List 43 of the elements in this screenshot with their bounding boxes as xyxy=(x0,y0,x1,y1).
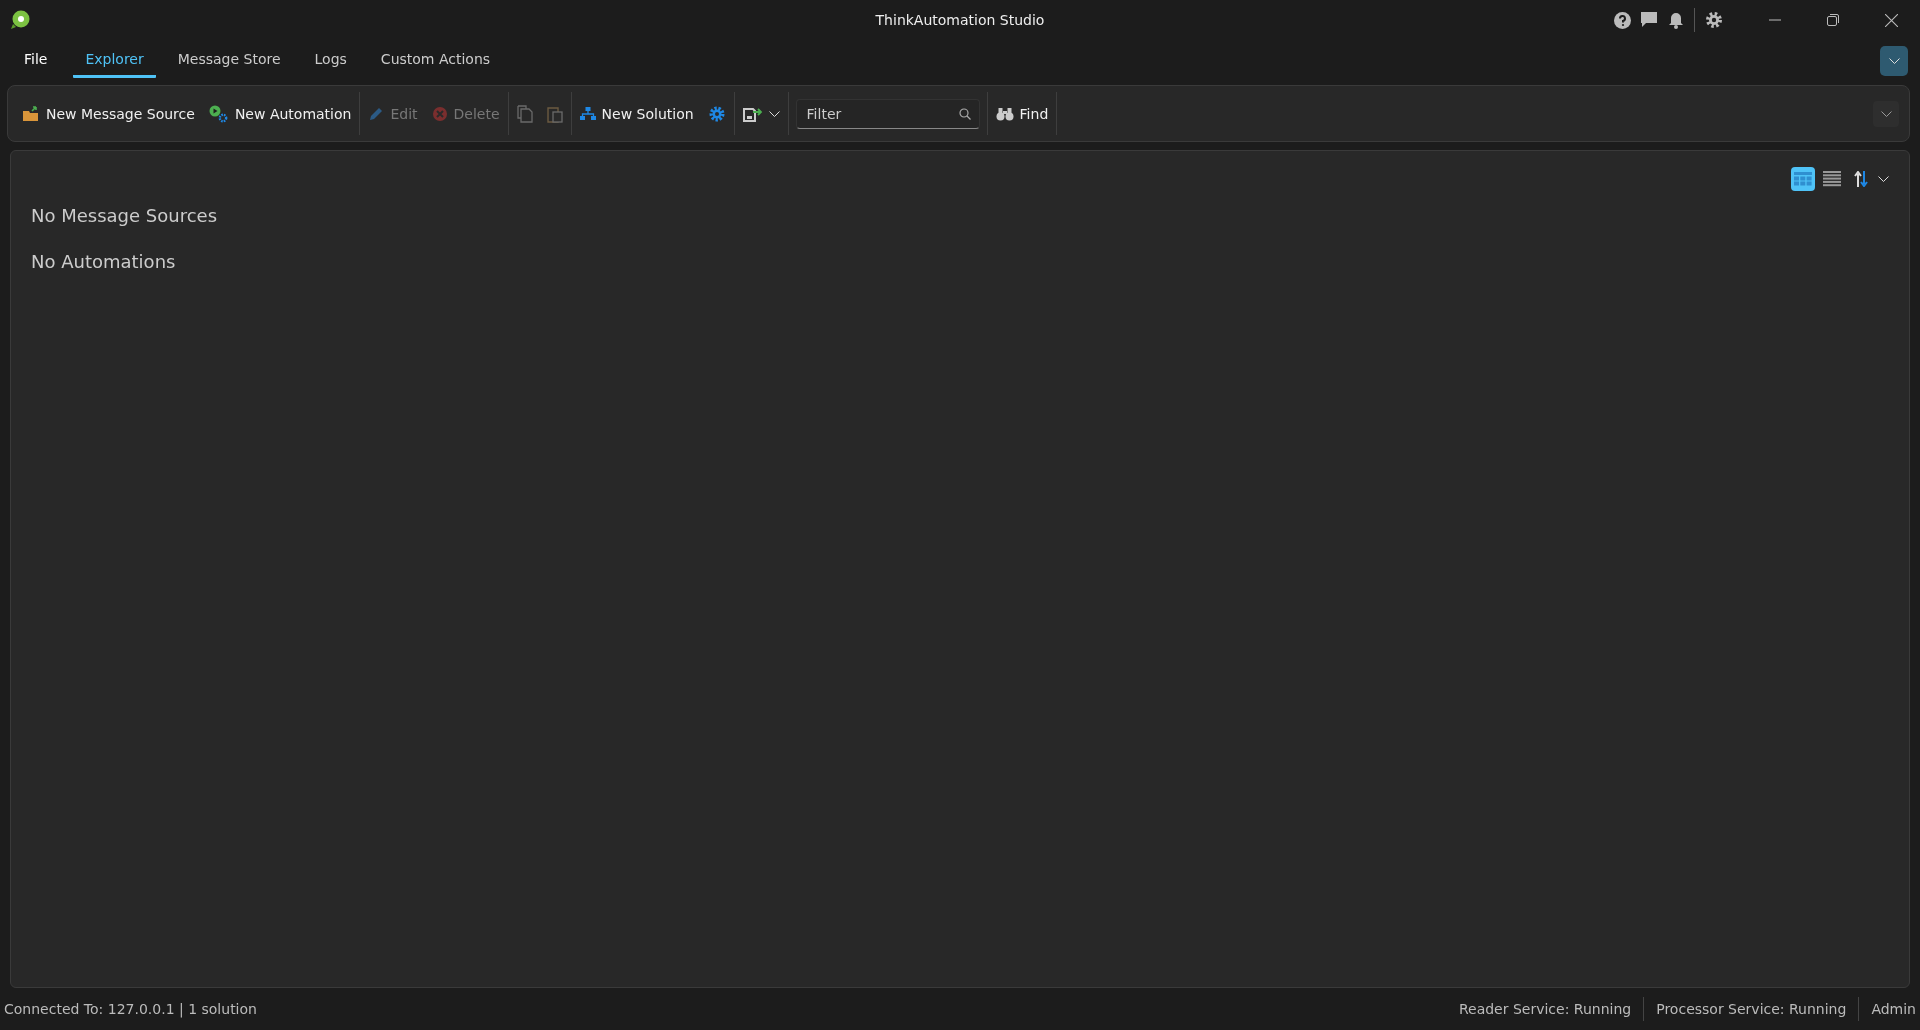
window-title: ThinkAutomation Studio xyxy=(875,12,1045,28)
clipboard-icon xyxy=(546,104,563,123)
toolbar-button[interactable]: New Automation xyxy=(203,98,357,129)
restore-icon[interactable] xyxy=(1827,14,1839,26)
tile-view-button[interactable] xyxy=(1791,167,1815,191)
chevron-down-icon xyxy=(1888,58,1900,64)
binoculars-icon xyxy=(995,106,1014,121)
connection-status: Connected To: 127.0.0.1 | 1 solution xyxy=(4,1001,257,1017)
pencil-icon xyxy=(368,105,385,122)
filter-field[interactable]: Filter xyxy=(795,98,980,129)
delete-icon xyxy=(431,105,448,122)
settings-icon[interactable] xyxy=(1705,11,1723,29)
toolbar-button[interactable]: New Solution xyxy=(574,98,699,129)
toolbar-button[interactable]: New Message Source xyxy=(17,98,200,129)
grid-icon xyxy=(1794,172,1812,186)
menu-tab[interactable]: Custom Actions xyxy=(368,44,503,78)
toolbar-button[interactable]: Find xyxy=(990,98,1054,129)
chevron-down-icon xyxy=(1880,110,1892,117)
chat-icon[interactable] xyxy=(1641,12,1658,28)
gear-icon xyxy=(707,104,726,123)
chevron-down-icon xyxy=(768,110,780,117)
close-icon[interactable] xyxy=(1885,13,1898,27)
empty-section-label: No Automations xyxy=(31,250,177,274)
hierarchy-icon xyxy=(579,106,596,121)
status-item: Processor Service: Running xyxy=(1656,1001,1847,1017)
chevron-down-icon[interactable] xyxy=(1878,176,1889,182)
play-gear-icon xyxy=(208,104,229,123)
empty-section-label: No Message Sources xyxy=(31,204,218,228)
copy-icon xyxy=(516,104,533,123)
menu-tab[interactable]: Message Store xyxy=(165,44,293,78)
save-export-icon xyxy=(742,105,763,122)
help-icon[interactable] xyxy=(1614,11,1631,29)
menu-tab[interactable]: Explorer xyxy=(73,44,156,78)
bell-icon[interactable] xyxy=(1668,11,1684,29)
app-logo-icon xyxy=(10,10,30,30)
menu-tab[interactable]: File xyxy=(12,44,60,78)
search-icon xyxy=(958,107,971,120)
status-item: Reader Service: Running xyxy=(1458,1001,1632,1017)
status-item: Admin xyxy=(1871,1001,1916,1017)
list-icon xyxy=(1823,171,1841,187)
menu-tab[interactable]: Logs xyxy=(302,44,359,78)
sort-icon xyxy=(1854,171,1868,187)
folder-icon xyxy=(22,105,40,122)
